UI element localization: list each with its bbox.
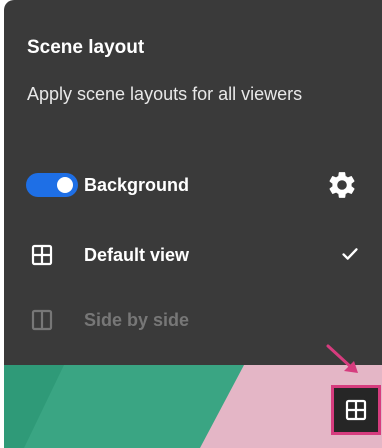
scene-preview: [4, 365, 382, 448]
default-view-label: Default view: [84, 245, 190, 265]
background-label: Background: [84, 175, 190, 195]
layout-option-side-by-side[interactable]: Side by side: [4, 298, 382, 342]
background-row: Background: [4, 163, 382, 207]
scene-layout-button[interactable]: [331, 385, 381, 435]
grid-layout-icon: [31, 244, 53, 266]
checkmark-icon: [342, 248, 358, 260]
panel-subtitle: Apply scene layouts for all viewers: [27, 84, 303, 104]
scene-preview-image: [4, 365, 382, 448]
scene-layout-panel: Scene layout Apply scene layouts for all…: [4, 0, 382, 365]
scene-layout-screenshot: Scene layout Apply scene layouts for all…: [0, 0, 382, 448]
panel-title: Scene layout: [27, 37, 145, 58]
split-layout-icon: [31, 309, 53, 331]
grid-layout-icon: [345, 399, 367, 421]
toggle-knob: [57, 177, 73, 193]
annotation-arrow-icon: [326, 344, 358, 373]
background-toggle[interactable]: [26, 173, 78, 197]
side-by-side-label: Side by side: [84, 310, 190, 330]
layout-option-default-view[interactable]: Default view: [4, 233, 382, 277]
gear-icon[interactable]: [326, 169, 358, 201]
